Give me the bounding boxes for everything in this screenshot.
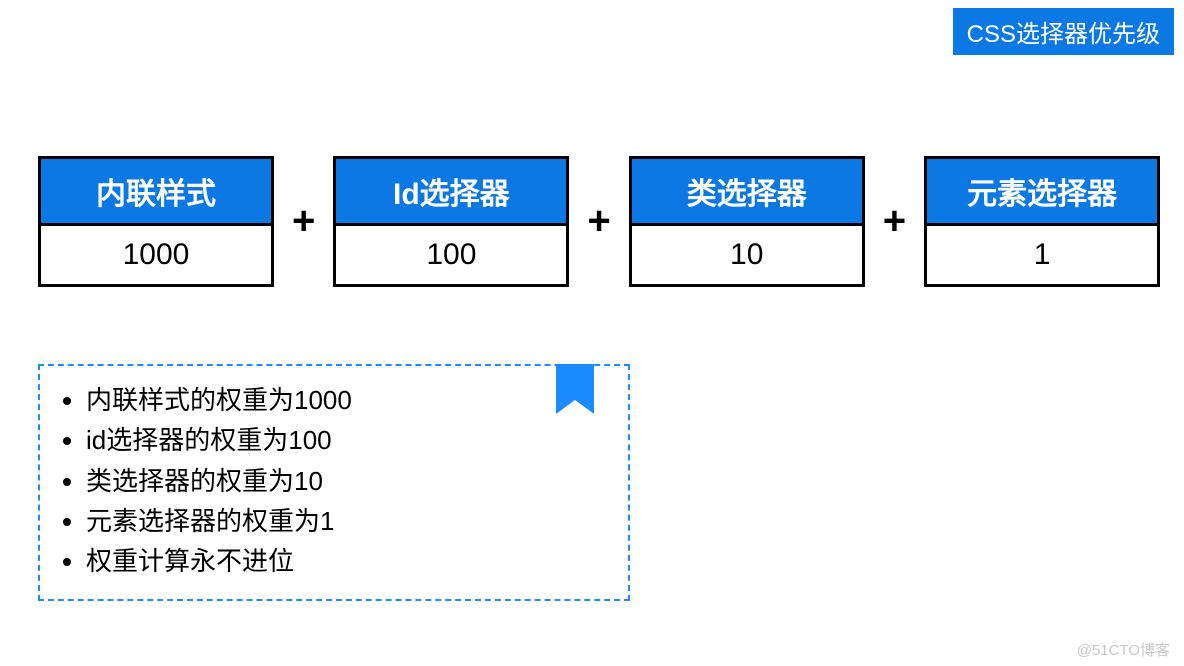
plus-icon: + [587, 199, 610, 244]
box-value: 1000 [41, 226, 271, 284]
selector-box-class: 类选择器 10 [629, 156, 865, 287]
title-badge: CSS选择器优先级 [953, 8, 1174, 55]
box-header: Id选择器 [336, 159, 566, 226]
plus-icon: + [883, 199, 906, 244]
watermark: @51CTO博客 [1077, 639, 1170, 660]
box-header: 元素选择器 [927, 159, 1157, 226]
box-value: 10 [632, 226, 862, 284]
box-value: 100 [336, 226, 566, 284]
box-header: 内联样式 [41, 159, 271, 226]
notes-list: 内联样式的权重为1000 id选择器的权重为100 类选择器的权重为10 元素选… [58, 380, 610, 581]
note-item: 类选择器的权重为10 [86, 461, 610, 501]
selector-boxes-row: 内联样式 1000 + Id选择器 100 + 类选择器 10 + 元素选择器 … [38, 156, 1160, 287]
selector-box-id: Id选择器 100 [333, 156, 569, 287]
box-value: 1 [927, 226, 1157, 284]
selector-box-inline: 内联样式 1000 [38, 156, 274, 287]
note-item: 元素选择器的权重为1 [86, 501, 610, 541]
notes-box: 内联样式的权重为1000 id选择器的权重为100 类选择器的权重为10 元素选… [38, 364, 630, 601]
bookmark-icon [556, 364, 594, 414]
selector-box-element: 元素选择器 1 [924, 156, 1160, 287]
box-header: 类选择器 [632, 159, 862, 226]
note-item: 内联样式的权重为1000 [86, 380, 610, 420]
note-item: 权重计算永不进位 [86, 541, 610, 581]
plus-icon: + [292, 199, 315, 244]
note-item: id选择器的权重为100 [86, 420, 610, 460]
